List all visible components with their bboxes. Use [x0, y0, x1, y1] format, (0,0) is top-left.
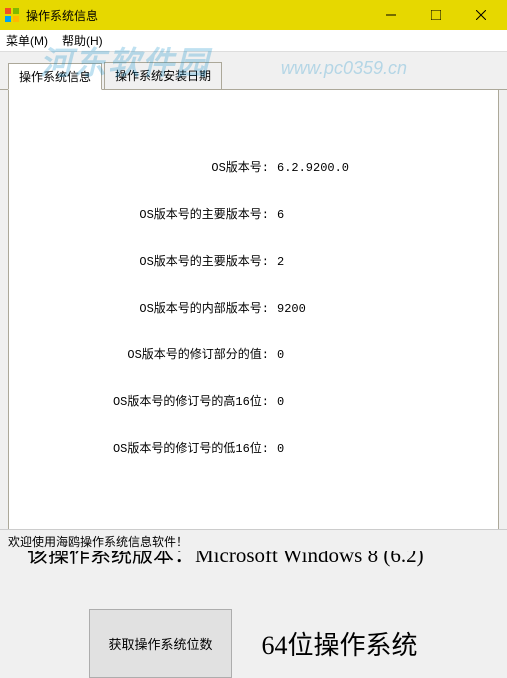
info-value: 9200 [269, 302, 306, 318]
menu-help[interactable]: 帮助(H) [62, 32, 103, 49]
info-value: 2 [269, 255, 284, 271]
os-bits-text: 64位操作系统 [262, 625, 418, 662]
tab-strip: 操作系统信息 操作系统安装日期 [0, 52, 507, 90]
info-row: OS版本号的修订部分的值:0 [19, 348, 488, 364]
window-title: 操作系统信息 [26, 7, 368, 24]
os-info-block: OS版本号:6.2.9200.0 OS版本号的主要版本号:6 OS版本号的主要版… [19, 130, 488, 489]
menubar: 菜单(M) 帮助(H) [0, 30, 507, 52]
tab-content: OS版本号:6.2.9200.0 OS版本号的主要版本号:6 OS版本号的主要版… [8, 90, 499, 535]
info-label: OS版本号: [19, 161, 269, 177]
info-row: OS版本号的修订号的低16位:0 [19, 442, 488, 458]
minimize-button[interactable] [368, 0, 413, 30]
info-label: OS版本号的主要版本号: [19, 255, 269, 271]
titlebar: 操作系统信息 [0, 0, 507, 30]
tab-os-info[interactable]: 操作系统信息 [8, 63, 102, 90]
info-row: OS版本号的内部版本号:9200 [19, 302, 488, 318]
info-value: 0 [269, 442, 284, 458]
app-icon [4, 7, 20, 23]
info-value: 6 [269, 208, 284, 224]
bottom-row: 获取操作系统位数 64位操作系统 [19, 609, 488, 678]
get-os-bits-button[interactable]: 获取操作系统位数 [89, 609, 231, 678]
info-value: 0 [269, 395, 284, 411]
tab-os-install-date[interactable]: 操作系统安装日期 [104, 62, 222, 89]
menu-main[interactable]: 菜单(M) [6, 32, 48, 49]
info-row: OS版本号的修订号的高16位:0 [19, 395, 488, 411]
info-label: OS版本号的修订号的高16位: [19, 395, 269, 411]
info-row: OS版本号的主要版本号:2 [19, 255, 488, 271]
close-button[interactable] [458, 0, 503, 30]
info-label: OS版本号的修订部分的值: [19, 348, 269, 364]
info-label: OS版本号的内部版本号: [19, 302, 269, 318]
statusbar: 欢迎使用海鸥操作系统信息软件！ [0, 529, 507, 551]
info-label: OS版本号的修订号的低16位: [19, 442, 269, 458]
info-value: 0 [269, 348, 284, 364]
maximize-button[interactable] [413, 0, 458, 30]
info-label: OS版本号的主要版本号: [19, 208, 269, 224]
info-row: OS版本号:6.2.9200.0 [19, 161, 488, 177]
info-value: 6.2.9200.0 [269, 161, 349, 177]
info-row: OS版本号的主要版本号:6 [19, 208, 488, 224]
window-controls [368, 0, 503, 30]
